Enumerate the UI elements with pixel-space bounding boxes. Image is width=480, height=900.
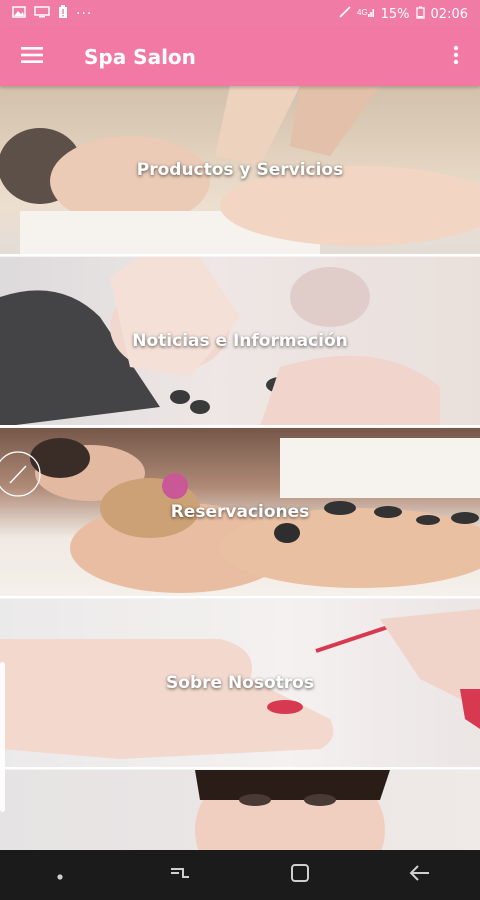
tile-label: Noticias e Información (132, 331, 348, 351)
app-title: Spa Salon (84, 45, 196, 69)
scrollbar-thumb[interactable] (0, 662, 5, 812)
status-bar: ··· 4G 15% 02:06 (0, 0, 480, 28)
tile-sobre-nosotros[interactable]: Sobre Nosotros (0, 599, 480, 769)
battery-icon (415, 6, 425, 23)
tile-label: Reservaciones (170, 502, 310, 522)
back-icon (409, 864, 431, 886)
clock: 02:06 (430, 6, 468, 22)
more-notifications-text: ··· (76, 6, 93, 22)
nav-recents-button[interactable] (150, 850, 210, 900)
nav-home-button[interactable] (270, 850, 330, 900)
status-right: 4G 15% 02:06 (339, 6, 468, 23)
app-bar: Spa Salon (0, 28, 480, 86)
tile-productos-servicios[interactable]: Productos y Servicios (0, 86, 480, 256)
nav-dot-button[interactable] (30, 850, 90, 900)
home-icon (290, 863, 310, 887)
battery-percent: 15% (380, 6, 410, 22)
system-nav-bar (0, 850, 480, 900)
screen-icon (34, 6, 50, 22)
tile-noticias-informacion[interactable]: Noticias e Información (0, 257, 480, 427)
battery-alert-icon (58, 5, 68, 23)
hamburger-menu-icon (21, 47, 43, 67)
overflow-menu-button[interactable] (432, 28, 480, 86)
face-photo (0, 770, 480, 850)
mute-icon (339, 6, 351, 22)
more-vertical-icon (453, 45, 459, 69)
tile-label: Sobre Nosotros (166, 673, 314, 693)
menu-tile-list: Productos y Servicios Noticias e Informa… (0, 86, 480, 850)
image-icon (12, 6, 26, 22)
signal-icon: 4G (357, 6, 375, 22)
nav-back-button[interactable] (390, 850, 450, 900)
dot-icon (56, 866, 64, 885)
svg-text:4G: 4G (357, 8, 368, 17)
menu-button[interactable] (0, 28, 64, 86)
tile-reservaciones[interactable]: Reservaciones (0, 428, 480, 598)
status-left: ··· (12, 5, 92, 23)
tile-fifth[interactable] (0, 770, 480, 850)
tile-label: Productos y Servicios (136, 160, 344, 180)
recents-icon (169, 865, 191, 885)
